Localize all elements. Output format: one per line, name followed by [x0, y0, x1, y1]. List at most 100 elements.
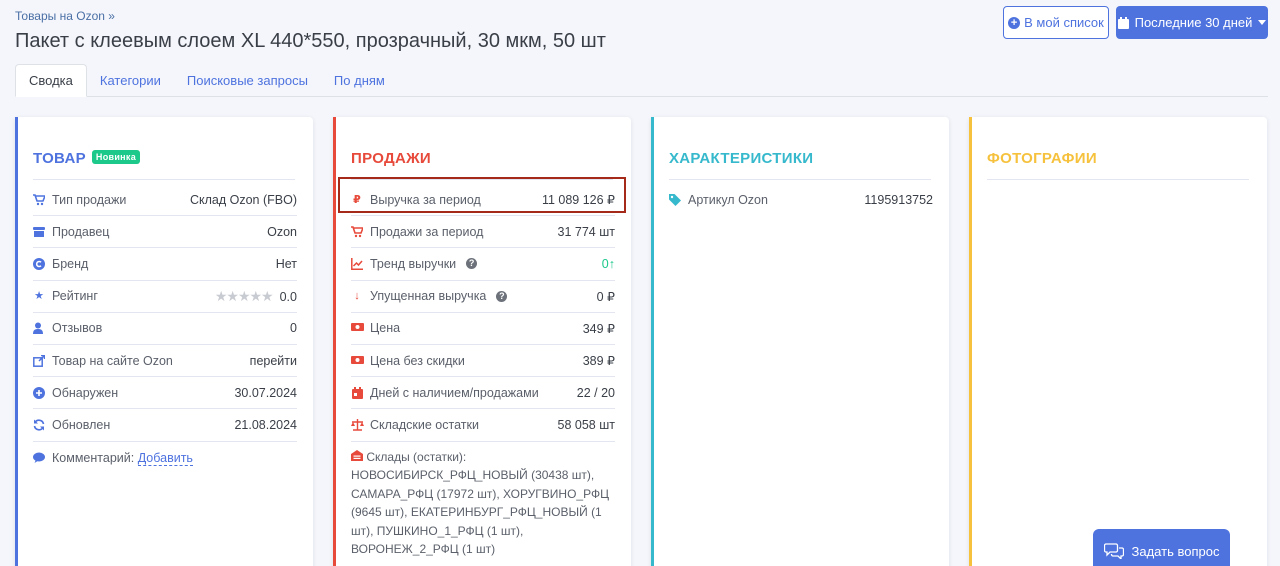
- row-label: Складские остатки: [370, 417, 479, 432]
- sales-card: ПРОДАЖИ ₽ Выручка за период 11 089 126 ₽ …: [333, 117, 631, 566]
- tab-categories[interactable]: Категории: [87, 64, 174, 97]
- row-label: Тип продажи: [52, 192, 127, 207]
- add-comment-link[interactable]: Добавить: [137, 450, 193, 466]
- warehouse-qty: (30438 шт),: [531, 468, 595, 482]
- photos-card: ФОТОГРАФИИ: [969, 117, 1267, 566]
- warehouse-qty: (17972 шт),: [436, 486, 500, 501]
- row-label: Артикул Ozon: [688, 193, 768, 208]
- tab-by-days[interactable]: По дням: [321, 64, 398, 97]
- warehouse-qty: (1 шт),: [486, 523, 524, 538]
- add-to-list-button[interactable]: + В мой список: [1003, 6, 1109, 39]
- ozon-page-link[interactable]: перейти: [250, 354, 297, 368]
- help-icon[interactable]: ?: [466, 258, 478, 270]
- breadcrumb[interactable]: Товары на Ozon »: [15, 9, 115, 23]
- divider: [669, 179, 931, 180]
- tab-search-queries[interactable]: Поисковые запросы: [174, 64, 321, 97]
- row-label: Цена без скидки: [370, 353, 465, 368]
- row-value: 11 089 126 ₽: [541, 193, 615, 208]
- row-label: Рейтинг: [52, 289, 98, 304]
- warehouse-name: НОВОСИБИРСК_РФЦ_НОВЫЙ: [351, 468, 528, 482]
- row-brand: Бренд Нет: [33, 248, 297, 281]
- warehouse-qty: (1 шт): [462, 542, 496, 556]
- warehouse-qty: (9645 шт),: [351, 505, 408, 519]
- page-title: Пакет с клеевым слоем XL 440*550, прозра…: [15, 30, 606, 52]
- row-price: Цена 349 ₽: [351, 313, 615, 345]
- photos-card-title: ФОТОГРАФИИ: [987, 150, 1097, 167]
- warehouse-name: ВОРОНЕЖ_2_РФЦ: [351, 542, 459, 556]
- row-label: Тренд выручки: [370, 256, 457, 271]
- row-value: 58 058 шт: [557, 417, 615, 432]
- ask-question-button[interactable]: Задать вопрос: [1093, 529, 1230, 566]
- calendar-icon: [351, 386, 363, 399]
- card-accent-bar: [651, 117, 654, 566]
- row-label: Продавец: [52, 224, 110, 239]
- warehouse-icon: [351, 449, 363, 464]
- row-label: Товар на сайте Ozon: [52, 353, 173, 368]
- ruble-icon: ₽: [353, 193, 361, 206]
- product-title-text: ТОВАР: [33, 150, 86, 167]
- store-icon: [33, 226, 45, 238]
- row-label: Продажи за период: [370, 224, 484, 239]
- row-lost-revenue: ↓ Упущенная выручка? 0 ₽: [351, 281, 615, 313]
- seller-link[interactable]: Ozon: [267, 225, 297, 239]
- warehouse-name: ХОРУГВИНО_РФЦ: [503, 486, 609, 501]
- row-revenue: ₽ Выручка за период 11 089 126 ₽: [351, 184, 615, 217]
- arrow-down-icon: ↓: [354, 290, 360, 303]
- row-days-stock-sales: Дней с наличием/продажами 22 / 20: [351, 377, 615, 410]
- row-price-no-discount: Цена без скидки 389 ₽: [351, 345, 615, 378]
- period-dropdown-button[interactable]: Последние 30 дней: [1116, 6, 1268, 39]
- product-card: ТОВАР Новинка Тип продажи Склад Ozon (FBO…: [15, 117, 313, 566]
- divider: [987, 179, 1249, 180]
- row-value: 389 ₽: [582, 354, 615, 369]
- row-value: 1195913752: [864, 193, 933, 208]
- user-edit-icon: [33, 322, 45, 335]
- cart-icon: [33, 193, 47, 206]
- sync-icon: [33, 419, 45, 431]
- period-label: Последние 30 дней: [1134, 15, 1253, 30]
- row-label: Дней с наличием/продажами: [370, 385, 539, 400]
- warehouse-name: ПУШКИНО_1_РФЦ: [376, 523, 484, 538]
- help-icon[interactable]: ?: [496, 290, 508, 302]
- row-reviews: Отзывов 0: [33, 313, 297, 345]
- chat-icon: [1103, 543, 1124, 559]
- add-to-list-label: В мой список: [1024, 15, 1104, 30]
- tab-summary[interactable]: Сводка: [15, 64, 87, 97]
- row-value: Склад Ozon (FBO): [189, 192, 297, 207]
- row-seller: Продавец Ozon: [33, 216, 297, 249]
- row-value: 0 ₽: [596, 289, 615, 304]
- card-accent-bar: [333, 117, 336, 566]
- row-label: Цена: [370, 321, 401, 336]
- caret-down-icon: [1258, 20, 1267, 25]
- row-label: Выручка за период: [370, 192, 481, 207]
- row-label: Отзывов: [52, 321, 103, 336]
- row-label: Обновлен: [52, 417, 111, 432]
- external-link-icon: [33, 354, 46, 367]
- row-comment: Комментарий: Добавить: [33, 442, 297, 474]
- row-label: Упущенная выручка: [370, 289, 487, 304]
- row-sales-count: Продажи за период 31 774 шт: [351, 216, 615, 249]
- star-icon: ★: [34, 290, 44, 303]
- warehouses-label: Склады (остатки):: [366, 449, 467, 464]
- balance-scale-icon: [351, 418, 364, 431]
- row-rating: ★ Рейтинг ★★★★★ 0.0: [33, 281, 297, 313]
- plus-circle-icon: [33, 386, 45, 399]
- row-sale-type: Тип продажи Склад Ozon (FBO): [33, 184, 297, 217]
- sales-card-title: ПРОДАЖИ: [351, 150, 432, 167]
- warehouse-name: САМАРА_РФЦ: [351, 486, 434, 501]
- row-value: 349 ₽: [582, 321, 615, 336]
- plus-circle-icon: +: [1008, 16, 1021, 29]
- money-icon: [351, 322, 364, 334]
- rating-stars: ★★★★★: [214, 287, 274, 304]
- row-value: 22 / 20: [576, 385, 615, 400]
- money-icon: [351, 355, 364, 367]
- row-value: 31 774 шт: [557, 224, 615, 239]
- divider: [351, 179, 613, 180]
- card-accent-bar: [969, 117, 972, 566]
- row-value: 30.07.2024: [234, 385, 297, 400]
- specs-card: ХАРАКТЕРИСТИКИ Артикул Ozon 1195913752: [651, 117, 949, 566]
- card-accent-bar: [15, 117, 18, 566]
- calendar-icon: [1117, 16, 1129, 29]
- row-revenue-trend: Тренд выручки? 0↑: [351, 248, 615, 281]
- comment-label: Комментарий:: [52, 450, 135, 465]
- tabs-bar: Сводка Категории Поисковые запросы По дн…: [15, 64, 1268, 97]
